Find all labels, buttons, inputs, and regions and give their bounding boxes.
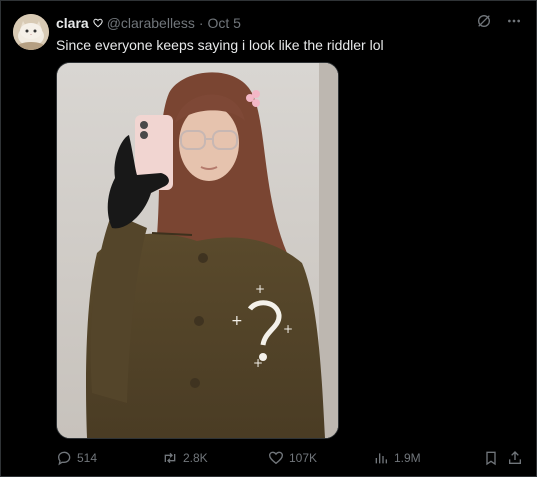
reply-button[interactable]: 514 — [56, 450, 97, 466]
reply-count: 514 — [77, 451, 98, 465]
svg-text:+: + — [255, 282, 265, 296]
separator-dot: · — [198, 15, 204, 31]
repost-button[interactable]: 2.8K — [162, 450, 208, 466]
bookmark-button[interactable] — [483, 450, 499, 466]
views-bar-chart-icon — [375, 453, 387, 464]
tweet-text: Since everyone keeps saying i look like … — [56, 37, 384, 53]
selfie-photo-image: + + + + — [57, 63, 338, 438]
views-count: 1.9M — [394, 451, 421, 465]
like-heart-icon — [268, 451, 284, 465]
svg-text:+: + — [283, 322, 293, 336]
user-handle[interactable]: @clarabelless — [107, 15, 195, 31]
avatar[interactable] — [13, 14, 49, 50]
like-button[interactable]: 107K — [268, 450, 317, 466]
grok-icon[interactable] — [475, 12, 493, 30]
more-dots-icon[interactable] — [505, 12, 523, 30]
repost-icon — [164, 452, 176, 464]
share-icon — [509, 451, 521, 464]
avatar-cat-image — [13, 14, 49, 50]
tweet-photo[interactable]: + + + + — [56, 62, 339, 439]
tweet-header: clara @clarabelless · Oct 5 — [56, 14, 241, 32]
display-name[interactable]: clara — [56, 15, 89, 31]
like-count: 107K — [289, 451, 318, 465]
share-button[interactable] — [507, 450, 523, 466]
views-button[interactable]: 1.9M — [373, 450, 421, 466]
tweet-actions: 514 2.8K 107K 1.9M — [56, 449, 523, 467]
top-right-actions — [475, 12, 523, 30]
reply-icon — [57, 451, 71, 466]
heart-outline-icon — [93, 18, 103, 28]
post-date[interactable]: Oct 5 — [208, 15, 241, 31]
svg-text:+: + — [231, 313, 243, 329]
bookmark-icon — [486, 451, 496, 466]
repost-count: 2.8K — [183, 451, 208, 465]
svg-text:+: + — [253, 356, 263, 370]
